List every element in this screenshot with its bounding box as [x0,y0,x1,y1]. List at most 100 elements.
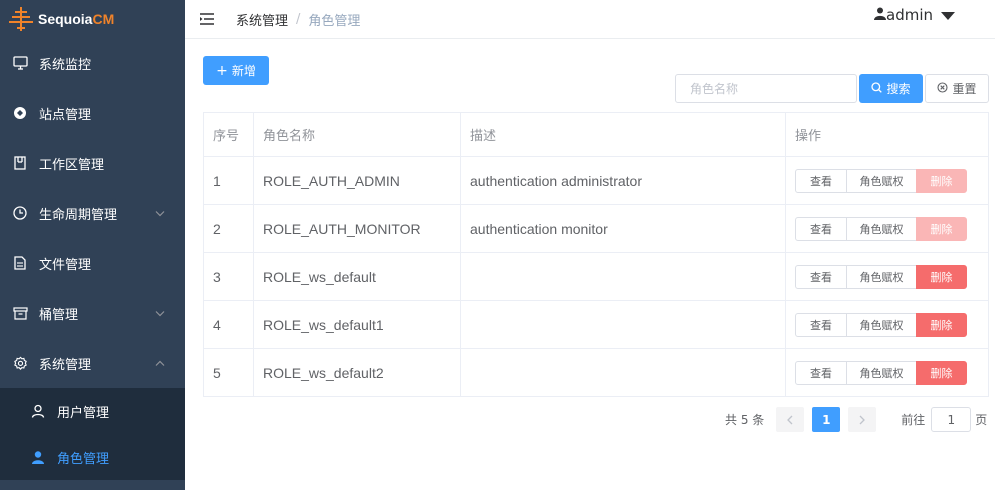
sidebar-item-label: 文件管理 [39,257,92,273]
caret-down-icon [941,6,955,24]
delete-button[interactable]: 删除 [916,312,967,337]
hamburger-icon[interactable] [200,12,216,26]
header-role-name: 角色名称 [253,112,461,157]
delete-button[interactable]: 删除 [916,360,967,385]
cell-description [460,252,786,301]
add-role-button[interactable]: + 新增 [203,56,269,85]
table-row: 1 ROLE_AUTH_ADMIN authentication administr… [203,156,989,205]
sidebar-item-file[interactable]: 文件管理 [0,238,185,288]
sidebar-item-system[interactable]: 系统管理 [0,338,185,388]
breadcrumb-current: 角色管理 [308,13,361,29]
chevron-up-icon [155,356,165,371]
sidebar-item-label: 工作区管理 [39,157,105,173]
reset-label: 重置 [952,82,977,96]
sidebar-item-label: 用户管理 [57,405,110,421]
sidebar-item-label: 生命周期管理 [39,207,118,223]
monitor-icon [12,55,28,71]
site-icon [12,105,28,121]
table-row: 5 ROLE_ws_default2 查看 角色赋权 删除 [203,348,989,397]
grant-role-button[interactable]: 角色赋权 [846,168,917,193]
reset-button[interactable]: 重置 [925,74,989,103]
page-number-button[interactable]: 1 [812,407,841,432]
user-dropdown[interactable]: admin [874,6,955,24]
cell-operations: 查看 角色赋权 删除 [785,348,989,397]
sequoia-logo-icon [9,7,33,31]
sidebar-item-bucket[interactable]: 桶管理 [0,288,185,338]
grant-role-button[interactable]: 角色赋权 [846,264,917,289]
table-row: 3 ROLE_ws_default 查看 角色赋权 删除 [203,252,989,301]
view-button[interactable]: 查看 [795,216,847,241]
clock-icon [12,205,28,221]
cell-index: 4 [203,300,254,349]
row-actions: 查看 角色赋权 删除 [795,168,979,193]
view-button[interactable]: 查看 [795,312,847,337]
top-header: 系统管理 / 角色管理 admin [185,0,995,39]
system-submenu: 用户管理 角色管理 [0,388,185,480]
user-icon [874,6,886,24]
cell-role-name: ROLE_AUTH_MONITOR [253,204,461,253]
sidebar-item-label: 站点管理 [39,107,92,123]
grant-role-button[interactable]: 角色赋权 [846,360,917,385]
breadcrumb: 系统管理 / 角色管理 [236,10,360,29]
role-name-search-input[interactable] [675,74,857,103]
search-button[interactable]: 搜索 [859,74,923,103]
sidebar-item-lifecycle[interactable]: 生命周期管理 [0,188,185,238]
sidebar-item-label: 系统管理 [39,357,92,373]
cell-role-name: ROLE_ws_default2 [253,348,461,397]
sidebar-item-label: 角色管理 [57,451,110,467]
pagination-total: 共 5 条 [725,413,765,427]
sidebar-item-monitor[interactable]: 系统监控 [0,38,185,88]
cell-description: authentication monitor [460,204,786,253]
row-actions: 查看 角色赋权 删除 [795,360,979,385]
cell-index: 2 [203,204,254,253]
next-page-button[interactable] [848,407,877,432]
add-label: 新增 [231,64,256,78]
app-name: SequoiaCM [38,11,115,27]
cell-index: 3 [203,252,254,301]
main-content: + 新增 搜索 重置 序号 角色名称 描述 操作 1ROLE_AUTH_ADMI… [185,40,995,490]
delete-button: 删除 [916,216,967,241]
row-actions: 查看 角色赋权 删除 [795,216,979,241]
view-button[interactable]: 查看 [795,360,847,385]
breadcrumb-system[interactable]: 系统管理 [236,10,288,29]
cell-role-name: ROLE_ws_default1 [253,300,461,349]
prev-page-button[interactable] [776,407,805,432]
view-button[interactable]: 查看 [795,168,847,193]
chevron-down-icon [155,206,165,221]
goto-label: 前往 [901,413,926,427]
cell-index: 5 [203,348,254,397]
cell-operations: 查看 角色赋权 删除 [785,252,989,301]
delete-button: 删除 [916,168,967,193]
sidebar-item-workspace[interactable]: 工作区管理 [0,138,185,188]
reset-icon [937,81,952,96]
chevron-right-icon [859,415,866,424]
grant-role-button[interactable]: 角色赋权 [846,216,917,241]
table-row: 2 ROLE_AUTH_MONITOR authentication monitor… [203,204,989,253]
delete-button[interactable]: 删除 [916,264,967,289]
cell-operations: 查看 角色赋权 删除 [785,300,989,349]
logo[interactable]: SequoiaCM [0,0,185,38]
chevron-down-icon [155,306,165,321]
goto-page-input[interactable] [931,407,972,432]
sidebar-item-label: 桶管理 [39,307,79,323]
bucket-icon [12,305,28,321]
sidebar: SequoiaCM 系统监控 站点管理 工作区管理 生命周期管理 文件管理 桶管… [0,0,185,490]
workspace-icon [12,155,28,171]
page-suffix: 页 [975,413,988,427]
pagination: 共 5 条 1 前往 页 [725,407,987,432]
chevron-left-icon [787,415,793,424]
sidebar-item-site[interactable]: 站点管理 [0,88,185,138]
sidebar-item-users[interactable]: 用户管理 [0,388,185,434]
cell-description [460,300,786,349]
grant-role-button[interactable]: 角色赋权 [846,312,917,337]
plus-icon: + [216,62,228,79]
file-icon [12,255,28,271]
cell-description: authentication administrator [460,156,786,205]
table-row: 4 ROLE_ws_default1 查看 角色赋权 删除 [203,300,989,349]
roles-table: 序号 角色名称 描述 操作 1 ROLE_AUTH_ADMIN authentica… [203,112,989,397]
cell-description [460,348,786,397]
view-button[interactable]: 查看 [795,264,847,289]
cell-role-name: ROLE_ws_default [253,252,461,301]
sidebar-item-roles[interactable]: 角色管理 [0,434,185,480]
cell-operations: 查看 角色赋权 删除 [785,204,989,253]
